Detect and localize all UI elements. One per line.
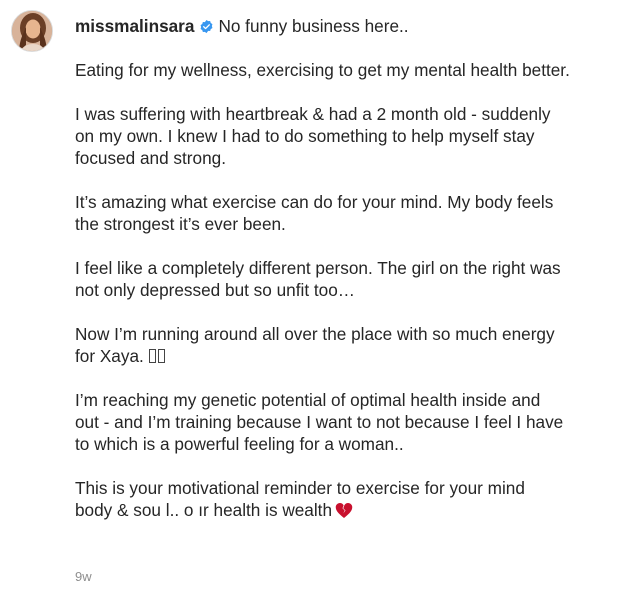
caption-paragraph-5: Now I’m running around all over the plac…	[75, 323, 623, 367]
caption-paragraph-4: I feel like a completely different perso…	[75, 258, 561, 300]
username-link[interactable]: missmalinsara	[75, 16, 194, 36]
caption-paragraph-6: I’m reaching my genetic potential of opt…	[75, 390, 564, 454]
avatar[interactable]	[11, 10, 53, 52]
broken-heart-icon	[335, 502, 353, 519]
caption-paragraph-5-text: Now I’m running around all over the plac…	[75, 324, 555, 366]
missing-emoji-glyph	[157, 349, 165, 363]
instagram-caption-post: missmalinsara No funny business here.. Ea…	[0, 0, 634, 593]
verified-badge-icon	[199, 19, 214, 34]
profile-avatar	[12, 11, 52, 51]
caption-paragraph-7-text: This is your motivational reminder to ex…	[75, 478, 525, 520]
caption-paragraph-3: It’s amazing what exercise can do for yo…	[75, 192, 554, 234]
caption-paragraph-1: Eating for my wellness, exercising to ge…	[75, 60, 570, 80]
caption-header: missmalinsara No funny business here..	[75, 15, 623, 37]
post-timestamp[interactable]: 9w	[75, 569, 92, 584]
caption-paragraph-7: This is your motivational reminder to ex…	[75, 477, 623, 521]
caption-paragraph-2: I was suffering with heartbreak & had a …	[75, 104, 551, 168]
caption-header-text: No funny business here..	[218, 16, 409, 36]
caption: missmalinsara No funny business here.. Ea…	[75, 15, 623, 521]
missing-emoji-glyph	[148, 349, 156, 363]
